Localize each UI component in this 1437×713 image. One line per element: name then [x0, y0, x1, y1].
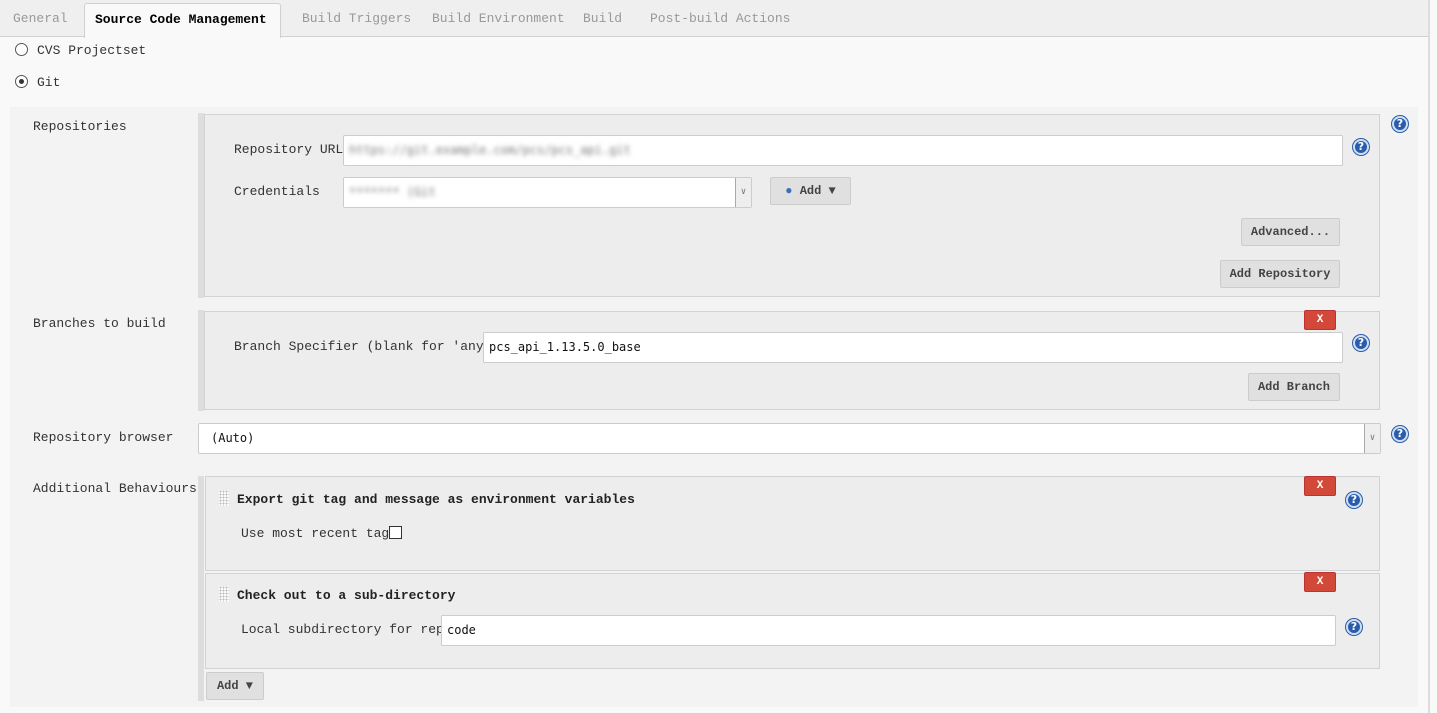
help-icon[interactable]: ? [1346, 492, 1362, 508]
tab-general[interactable]: General [3, 0, 78, 37]
help-icon[interactable]: ? [1353, 335, 1369, 351]
tab-build[interactable]: Build [573, 0, 632, 37]
add-label: Add [799, 184, 822, 198]
use-most-recent-tag-label: Use most recent tag [241, 526, 390, 541]
repository-url-label: Repository URL [234, 142, 344, 157]
scrollbar-edge [1428, 0, 1430, 713]
advanced-button[interactable]: Advanced... [1241, 218, 1340, 246]
behaviour-export-git-tag [205, 476, 1380, 571]
use-most-recent-tag-checkbox[interactable] [389, 526, 402, 539]
tab-build-triggers[interactable]: Build Triggers [292, 0, 421, 37]
credentials-value: ******* (Git [349, 185, 436, 199]
chevron-down-icon: ∨ [1364, 424, 1380, 453]
chevron-down-icon: ∨ [735, 178, 751, 207]
add-branch-button[interactable]: Add Branch [1248, 373, 1340, 401]
add-repository-button[interactable]: Add Repository [1220, 260, 1340, 288]
delete-branch-button[interactable]: X [1304, 310, 1336, 330]
behaviour-title: Export git tag and message as environmen… [237, 492, 635, 507]
repository-url-input[interactable]: https://git.example.com/pcs/pcs_api.git [343, 135, 1343, 166]
help-icon[interactable]: ? [1346, 619, 1362, 635]
add-label: Add [216, 679, 239, 693]
credentials-label: Credentials [234, 184, 320, 199]
add-behaviour-button[interactable]: Add ▼ [206, 672, 264, 700]
radio-label: Git [37, 75, 61, 90]
additional-behaviours-label: Additional Behaviours [33, 481, 197, 496]
radio-cvs-projectset[interactable] [15, 43, 28, 56]
drag-handle-icon[interactable] [219, 586, 229, 602]
tab-post-build-actions[interactable]: Post-build Actions [640, 0, 800, 37]
repository-url-value: https://git.example.com/pcs/pcs_api.git [349, 143, 631, 157]
delete-behaviour-button[interactable]: X [1304, 572, 1336, 592]
branch-specifier-input[interactable]: pcs_api_1.13.5.0_base [483, 332, 1343, 363]
help-icon[interactable]: ? [1353, 139, 1369, 155]
caret-down-icon: ▼ [245, 679, 253, 693]
tab-build-environment[interactable]: Build Environment [422, 0, 575, 37]
local-subdirectory-input[interactable]: code [441, 615, 1336, 646]
help-icon[interactable]: ? [1392, 426, 1408, 442]
tab-source-code-management[interactable]: Source Code Management [84, 3, 281, 38]
radio-label: CVS Projectset [37, 43, 147, 58]
help-icon[interactable]: ? [1392, 116, 1408, 132]
caret-down-icon: ▼ [828, 184, 836, 198]
local-subdirectory-label: Local subdirectory for repo [241, 622, 452, 637]
branch-specifier-label: Branch Specifier (blank for 'any') [234, 339, 500, 354]
repository-browser-value: (Auto) [211, 431, 255, 445]
credentials-select[interactable]: ******* (Git ∨ [343, 177, 752, 208]
repository-browser-label: Repository browser [33, 430, 174, 445]
tab-bar: General Source Code Management Build Tri… [0, 0, 1428, 38]
branches-label: Branches to build [33, 316, 166, 331]
radio-git[interactable] [15, 75, 28, 88]
drag-handle-icon[interactable] [219, 490, 229, 506]
add-credentials-button[interactable]: ● Add ▼ [770, 177, 851, 205]
behaviour-title: Check out to a sub-directory [237, 588, 456, 603]
key-icon: ● [785, 184, 793, 198]
repositories-label: Repositories [33, 119, 127, 134]
delete-behaviour-button[interactable]: X [1304, 476, 1336, 496]
repository-browser-select[interactable]: (Auto) ∨ [198, 423, 1381, 454]
